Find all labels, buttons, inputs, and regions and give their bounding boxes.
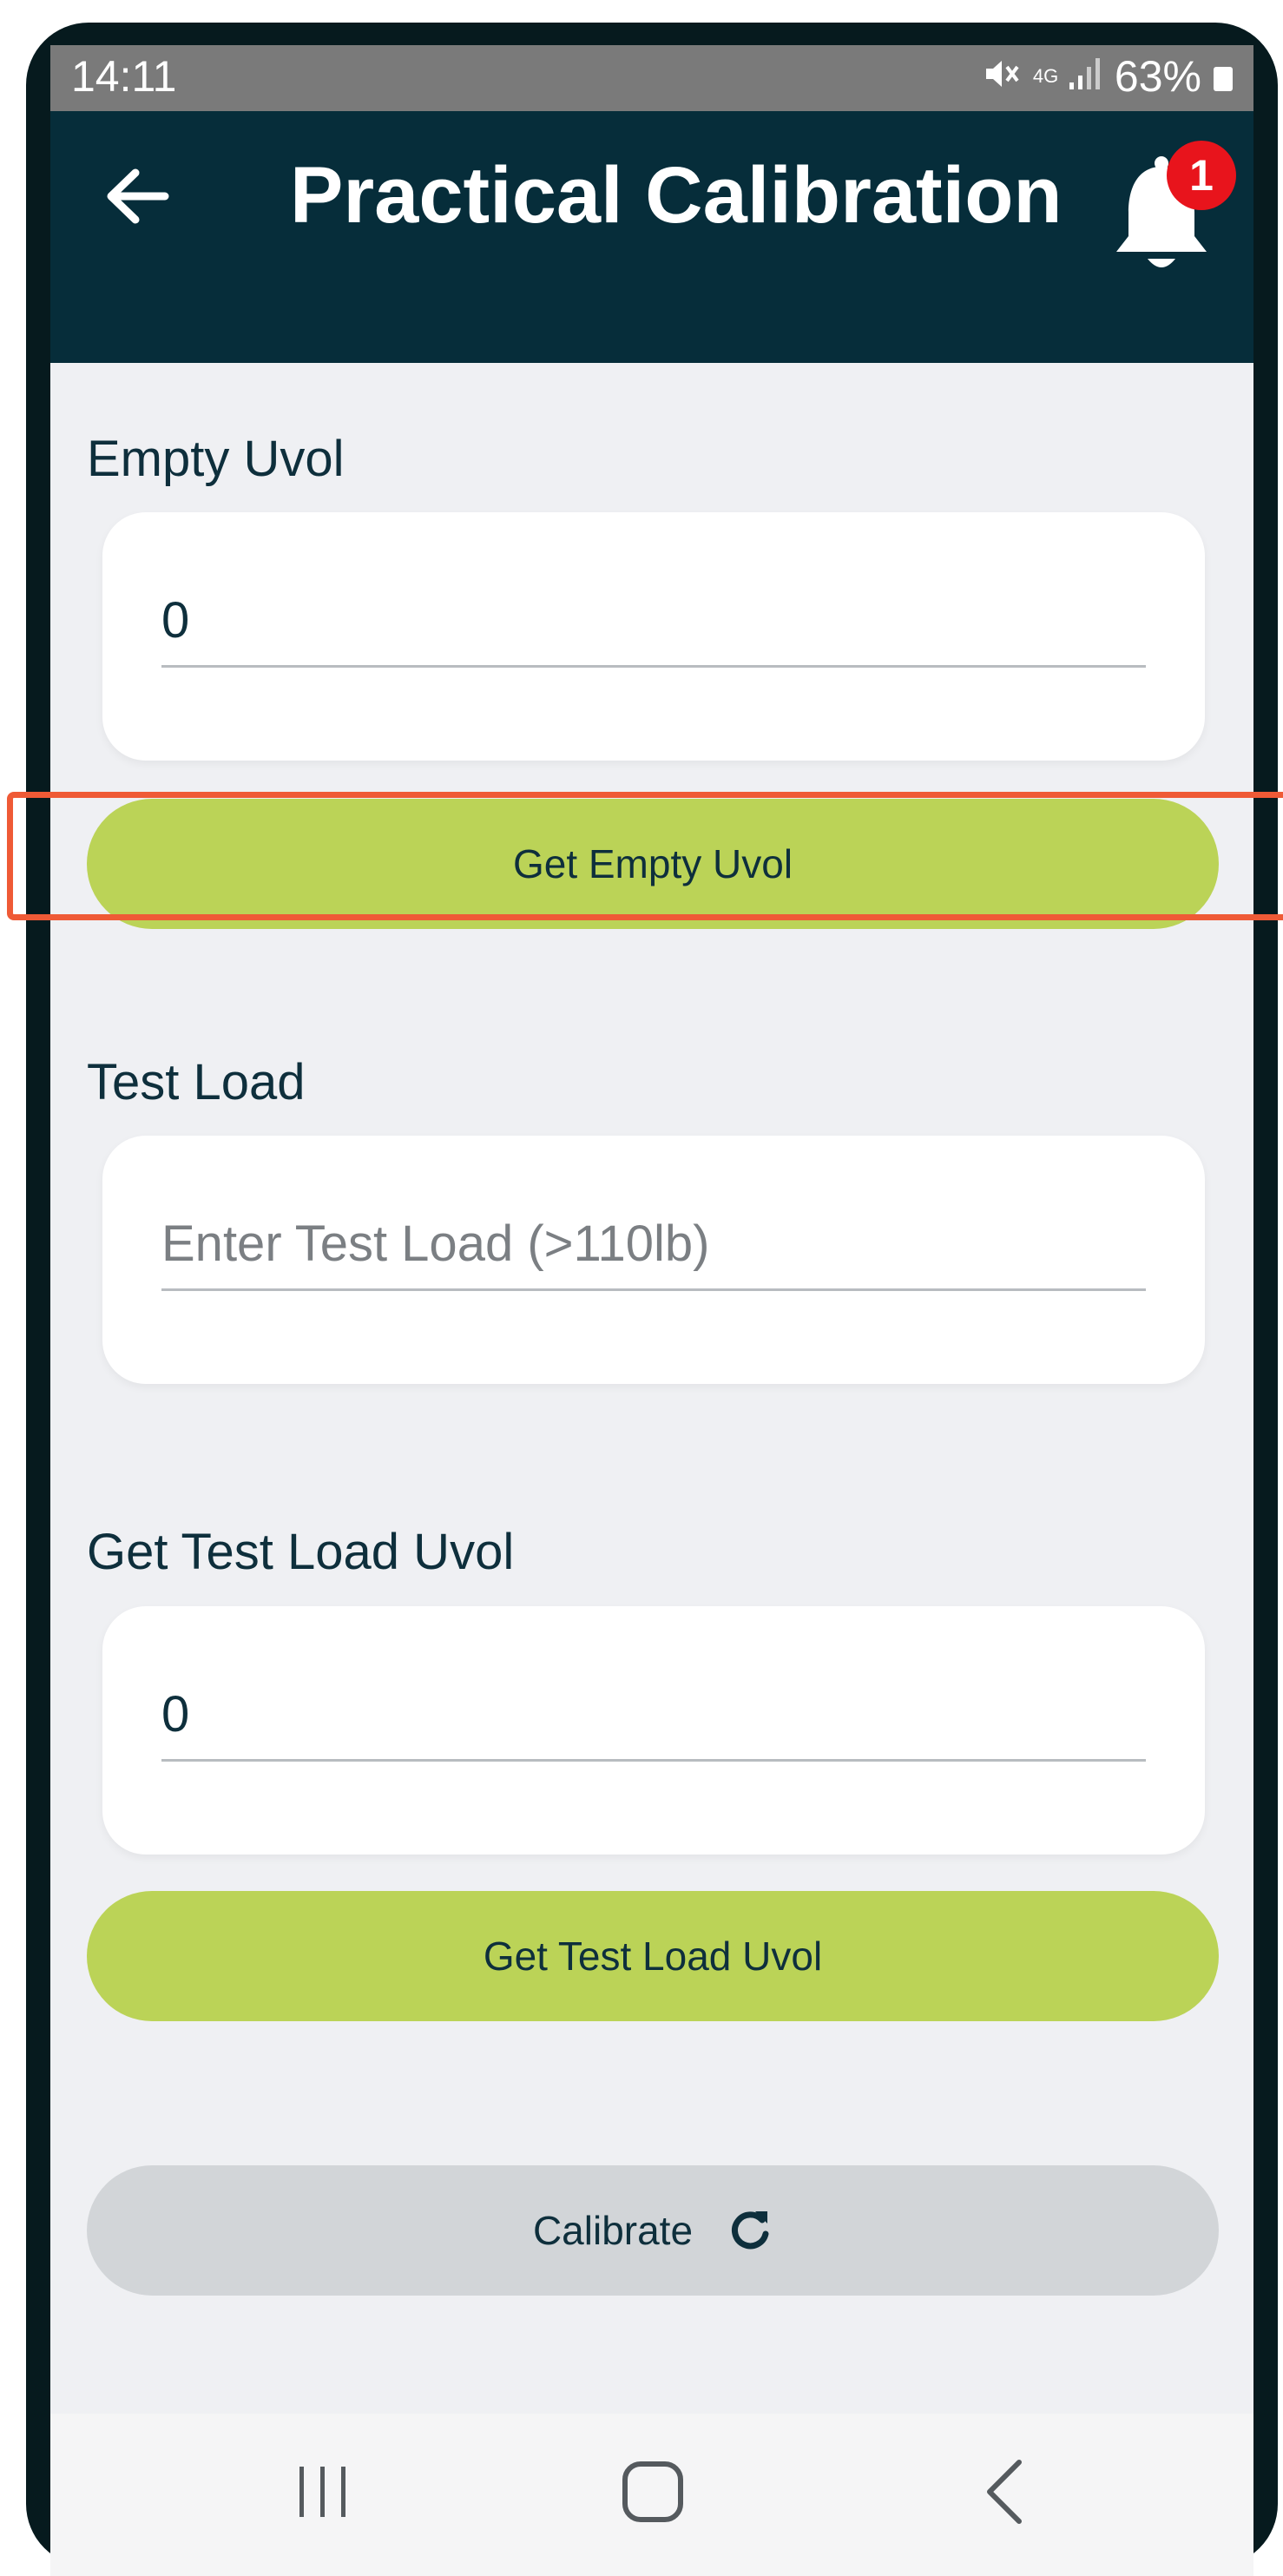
test-load-card — [102, 1136, 1205, 1384]
signal-icon — [1068, 51, 1102, 102]
notification-badge: 1 — [1167, 141, 1236, 210]
phone-screen: 14:11 4G 63% Practical Calibration 1 Emp… — [50, 45, 1253, 2576]
test-load-uvol-input[interactable] — [161, 1669, 1146, 1762]
page-title: Practical Calibration — [290, 151, 1063, 240]
status-icons: 4G 63% — [983, 50, 1233, 102]
empty-uvol-label: Empty Uvol — [87, 431, 345, 487]
recent-apps-button[interactable] — [271, 2448, 375, 2535]
empty-uvol-input[interactable] — [161, 575, 1146, 668]
calibrate-button-label: Calibrate — [532, 2208, 694, 2253]
mute-icon — [983, 51, 1021, 102]
home-icon — [622, 2461, 683, 2522]
system-back-button[interactable] — [953, 2448, 1057, 2535]
get-test-load-uvol-button-label: Get Test Load Uvol — [483, 1934, 823, 1979]
back-arrow-icon — [107, 168, 169, 224]
get-empty-uvol-button[interactable]: Get Empty Uvol — [87, 799, 1219, 929]
test-load-label: Test Load — [87, 1054, 306, 1110]
test-load-input[interactable] — [161, 1198, 1146, 1291]
calibrate-button[interactable]: Calibrate — [87, 2165, 1219, 2296]
refresh-icon — [727, 2208, 773, 2253]
test-load-uvol-label: Get Test Load Uvol — [87, 1524, 515, 1580]
home-button[interactable] — [601, 2448, 705, 2535]
recent-apps-icon — [299, 2467, 345, 2517]
status-bar: 14:11 4G 63% — [50, 45, 1253, 111]
back-button[interactable] — [94, 153, 181, 240]
system-nav-bar — [50, 2414, 1253, 2576]
network-type-label: 4G — [1032, 65, 1059, 87]
status-time: 14:11 — [71, 52, 177, 101]
get-empty-uvol-button-label: Get Empty Uvol — [512, 841, 793, 886]
battery-icon — [1214, 67, 1233, 91]
battery-percent: 63% — [1114, 52, 1201, 101]
get-test-load-uvol-button[interactable]: Get Test Load Uvol — [87, 1891, 1219, 2021]
test-load-uvol-card — [102, 1606, 1205, 1855]
empty-uvol-card — [102, 512, 1205, 761]
back-nav-icon — [987, 2460, 1022, 2524]
notification-button[interactable]: 1 — [1109, 141, 1236, 271]
